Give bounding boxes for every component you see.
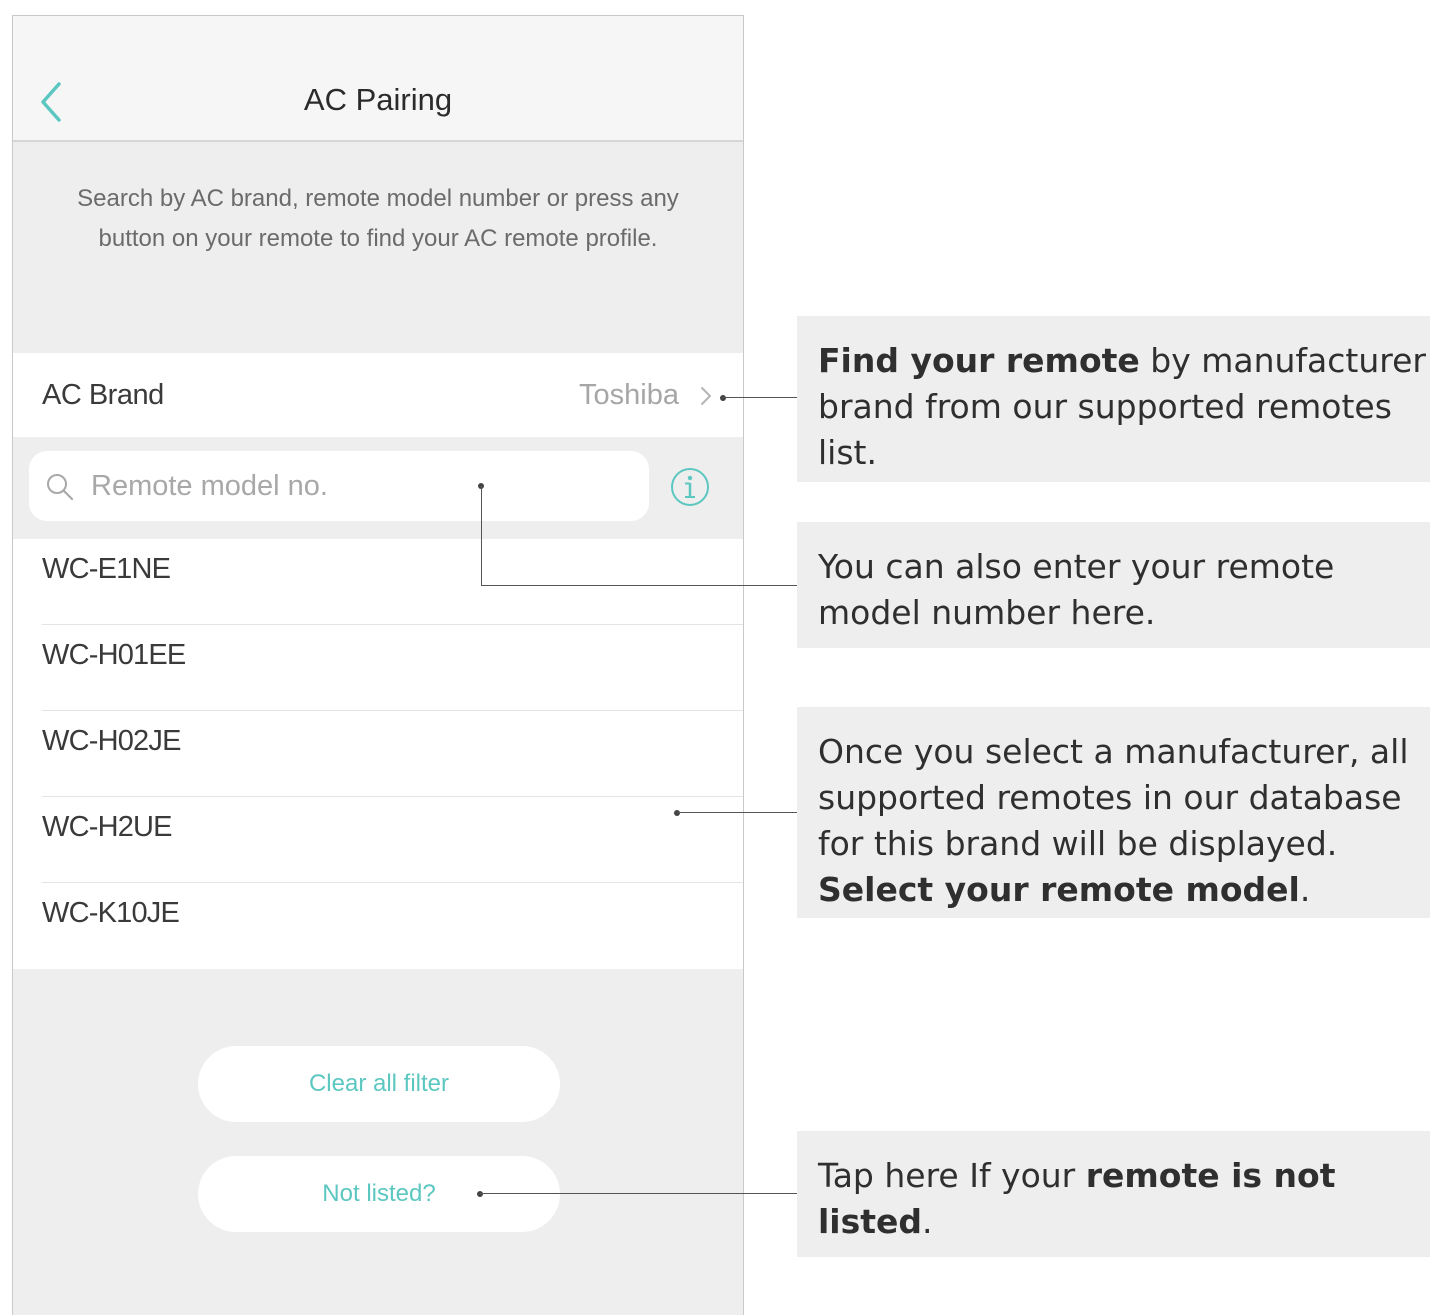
- search-bar: [13, 437, 743, 539]
- clear-all-filter-button[interactable]: Clear all filter: [198, 1046, 560, 1122]
- ac-brand-label: AC Brand: [42, 379, 164, 411]
- ac-brand-row[interactable]: AC Brand Toshiba: [13, 353, 743, 437]
- list-item[interactable]: WC-E1NE: [13, 539, 743, 625]
- leader-line: [481, 585, 797, 586]
- callout-end-text: .: [1299, 870, 1311, 909]
- callout-end-text: .: [922, 1202, 933, 1241]
- list-item[interactable]: WC-H02JE: [13, 711, 743, 797]
- list-item[interactable]: WC-H01EE: [13, 625, 743, 711]
- not-listed-button[interactable]: Not listed?: [198, 1156, 560, 1232]
- remote-model-list: WC-E1NE WC-H01EE WC-H02JE WC-H2UE WC-K10…: [13, 539, 743, 969]
- search-box: [29, 451, 649, 521]
- page-title: AC Pairing: [303, 82, 453, 117]
- leader-dot: [477, 1191, 483, 1197]
- callout-enter-model: You can also enter your remote model num…: [797, 522, 1430, 648]
- callout-find-remote: Find your remote by manufacturer brand f…: [797, 316, 1430, 482]
- info-icon[interactable]: [670, 467, 710, 507]
- leader-line: [723, 397, 797, 398]
- model-label: WC-H01EE: [42, 639, 186, 671]
- callout-text: Once you select a manufacturer, all supp…: [818, 732, 1409, 863]
- callout-text: You can also enter your remote model num…: [818, 547, 1335, 632]
- list-item[interactable]: WC-K10JE: [13, 883, 743, 969]
- navigation-bar: AC Pairing: [13, 16, 743, 142]
- callout-text: Tap here If your: [818, 1156, 1086, 1195]
- instructions-text: Search by AC brand, remote model number …: [77, 185, 679, 252]
- model-label: WC-E1NE: [42, 553, 171, 585]
- leader-dot: [674, 810, 680, 816]
- leader-line: [677, 812, 797, 813]
- leader-line: [480, 1193, 797, 1194]
- model-label: WC-H02JE: [42, 725, 181, 757]
- ac-brand-value: Toshiba: [579, 379, 679, 411]
- list-item[interactable]: WC-H2UE: [13, 797, 743, 883]
- model-label: WC-H2UE: [42, 811, 173, 843]
- search-icon: [47, 474, 74, 501]
- chevron-right-icon: [701, 387, 711, 405]
- phone-screen: AC Pairing Search by AC brand, remote mo…: [12, 15, 744, 1315]
- callout-not-listed: Tap here If your remote is not listed.: [797, 1131, 1430, 1257]
- remote-model-search-input[interactable]: [91, 451, 631, 521]
- callout-bold-text: Select your remote model: [818, 870, 1300, 909]
- callout-bold-text: Find your remote: [818, 341, 1140, 380]
- model-label: WC-K10JE: [42, 897, 180, 929]
- leader-dot: [720, 395, 726, 401]
- callout-select-model: Once you select a manufacturer, all supp…: [797, 707, 1430, 918]
- leader-line: [481, 486, 482, 586]
